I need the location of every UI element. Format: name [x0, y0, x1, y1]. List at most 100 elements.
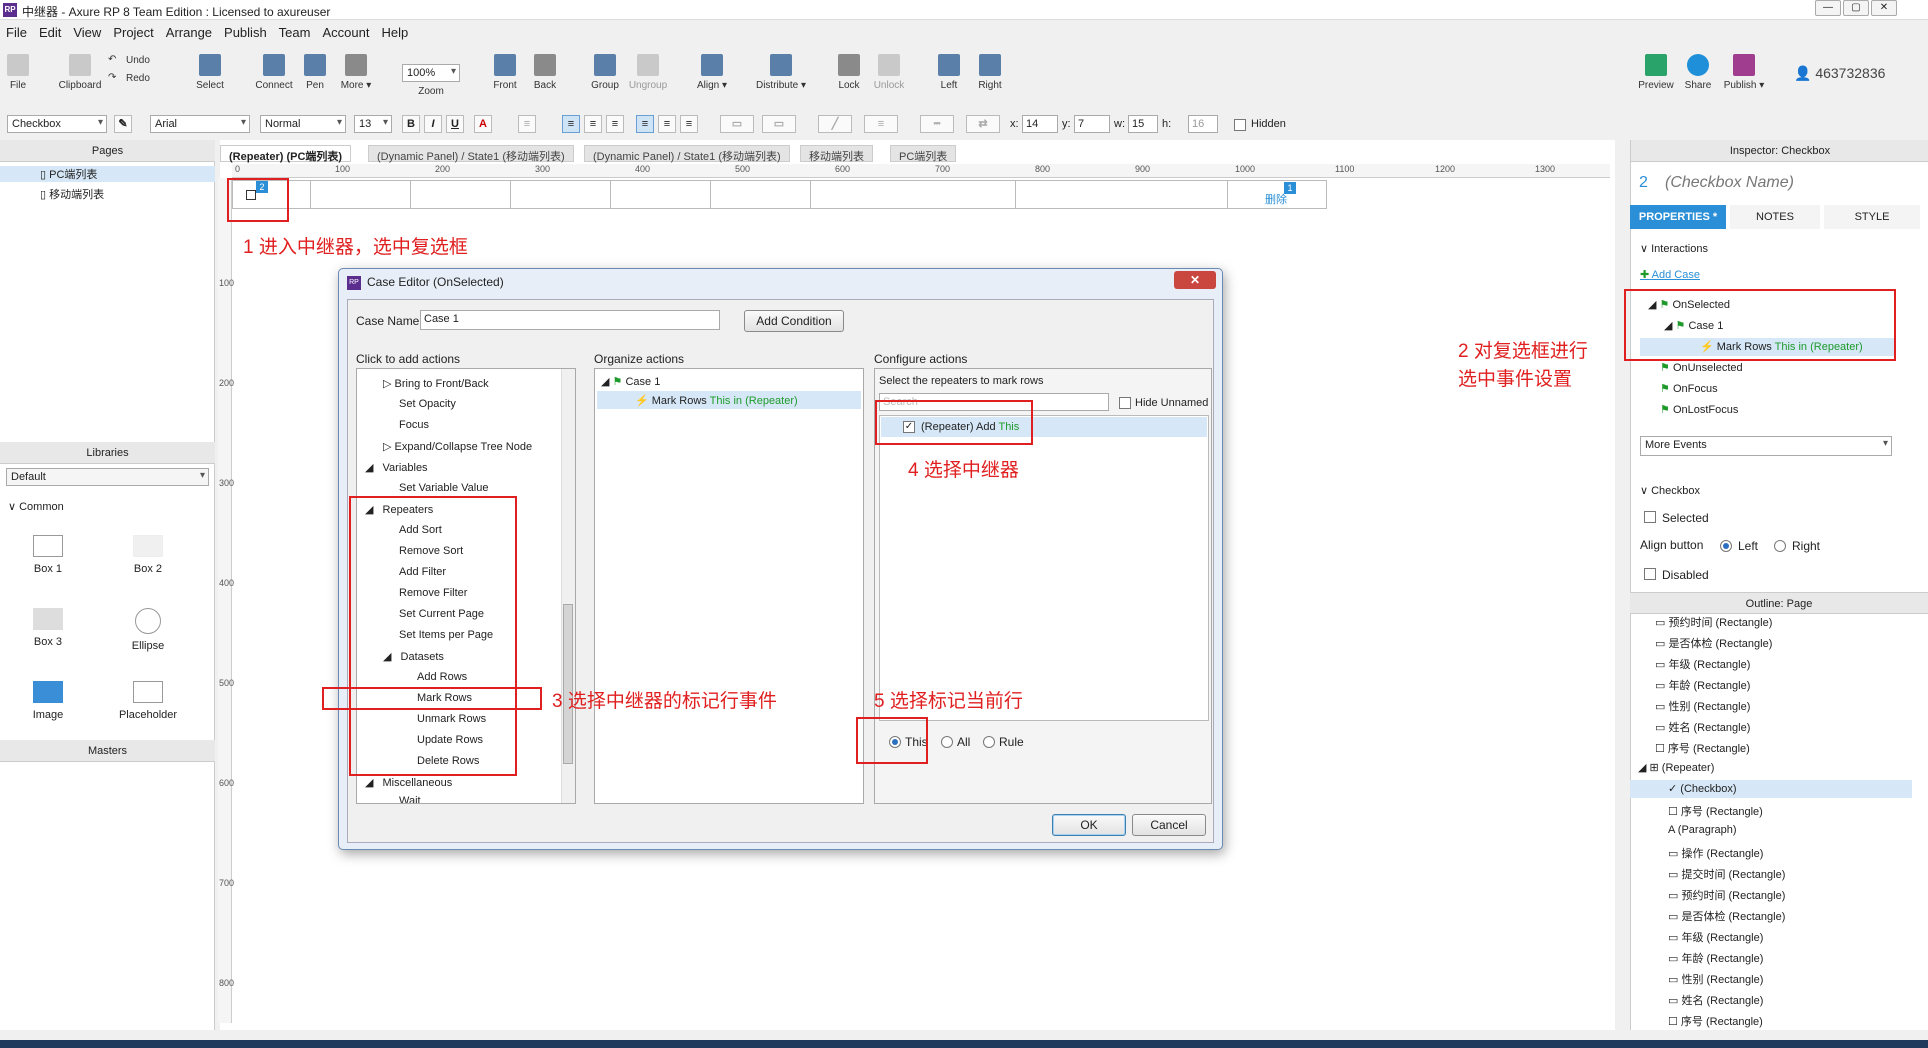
- outline-item[interactable]: ▭ 是否体检 (Rectangle): [1655, 635, 1772, 651]
- outline-item[interactable]: ▭ 年级 (Rectangle): [1668, 929, 1763, 945]
- arrow-style-icon[interactable]: ⇄: [966, 115, 1000, 133]
- page-item-mobile[interactable]: ▯ 移动端列表: [20, 186, 104, 202]
- outline-item-repeater[interactable]: ◢ ⊞ (Repeater): [1638, 761, 1714, 774]
- h-input[interactable]: 16: [1188, 115, 1218, 133]
- align-left-radio[interactable]: [1720, 540, 1732, 552]
- outline-item[interactable]: ▭ 年级 (Rectangle): [1655, 656, 1750, 672]
- case-name-input[interactable]: Case 1: [420, 310, 720, 330]
- tab-dynamic-panel-2[interactable]: (Dynamic Panel) / State1 (移动端列表): [584, 145, 790, 163]
- organize-action[interactable]: ⚡ Mark Rows This in (Repeater): [635, 394, 798, 407]
- align-right-radio[interactable]: [1774, 540, 1786, 552]
- hidden-checkbox[interactable]: [1234, 119, 1246, 131]
- zoom-select[interactable]: 100%: [402, 64, 460, 82]
- align-right-icon[interactable]: ≡: [606, 115, 624, 133]
- menu-project[interactable]: Project: [107, 22, 159, 43]
- outline-item[interactable]: A (Paragraph): [1668, 824, 1737, 836]
- action-item[interactable]: Focus: [399, 419, 429, 431]
- ok-button[interactable]: OK: [1052, 814, 1126, 836]
- tab-dynamic-panel-1[interactable]: (Dynamic Panel) / State1 (移动端列表): [368, 145, 574, 163]
- scrollbar-thumb[interactable]: [563, 604, 573, 764]
- outline-item[interactable]: ▭ 年龄 (Rectangle): [1655, 677, 1750, 693]
- lock-button[interactable]: Lock: [832, 50, 866, 91]
- line-width-icon[interactable]: ≡: [864, 115, 898, 133]
- outline-item[interactable]: ▭ 姓名 (Rectangle): [1668, 992, 1763, 1008]
- align-button[interactable]: Align ▾: [694, 50, 730, 91]
- tab-notes[interactable]: NOTES: [1730, 205, 1820, 229]
- font-weight-select[interactable]: Normal: [260, 115, 346, 133]
- outline-item[interactable]: ☐ 序号 (Rectangle): [1668, 1013, 1763, 1029]
- more-events-select[interactable]: More Events: [1640, 436, 1892, 456]
- close-window-button[interactable]: ✕: [1871, 0, 1897, 16]
- action-group[interactable]: ◢ Variables: [365, 461, 428, 474]
- menu-publish[interactable]: Publish: [218, 22, 273, 43]
- valign-bottom-icon[interactable]: ≡: [680, 115, 698, 133]
- y-input[interactable]: 7: [1074, 115, 1110, 133]
- menu-account[interactable]: Account: [316, 22, 375, 43]
- widget-type-select[interactable]: Checkbox: [7, 115, 107, 133]
- disabled-checkbox[interactable]: [1644, 568, 1656, 580]
- library-item-box1[interactable]: Box 1: [8, 535, 88, 575]
- outline-item[interactable]: ▭ 年龄 (Rectangle): [1668, 950, 1763, 966]
- connect-button[interactable]: Connect: [254, 50, 294, 91]
- action-item[interactable]: ▷ Expand/Collapse Tree Node: [383, 440, 532, 453]
- clipboard-button[interactable]: Clipboard: [58, 50, 102, 91]
- menu-edit[interactable]: Edit: [33, 22, 67, 43]
- x-input[interactable]: 14: [1022, 115, 1058, 133]
- menu-team[interactable]: Team: [273, 22, 317, 43]
- italic-button[interactable]: I: [424, 115, 442, 133]
- line-style-icon[interactable]: ┅: [920, 115, 954, 133]
- outline-item[interactable]: ▭ 性别 (Rectangle): [1668, 971, 1763, 987]
- publish-button[interactable]: Publish ▾: [1722, 50, 1766, 91]
- add-condition-button[interactable]: Add Condition: [744, 310, 844, 332]
- left-button[interactable]: Left: [934, 50, 964, 91]
- shadow-icon[interactable]: ▭: [762, 115, 796, 133]
- group-button[interactable]: Group: [588, 50, 622, 91]
- widget-name-input[interactable]: (Checkbox Name): [1665, 174, 1794, 192]
- tab-repeater[interactable]: (Repeater) (PC端列表): [220, 145, 352, 163]
- underline-button[interactable]: U: [446, 115, 464, 133]
- valign-middle-icon[interactable]: ≡: [658, 115, 676, 133]
- organize-case[interactable]: ◢ ⚑ Case 1: [601, 375, 660, 388]
- preview-button[interactable]: Preview: [1638, 50, 1674, 91]
- fill-color-icon[interactable]: ▭: [720, 115, 754, 133]
- style-painter-icon[interactable]: ✎: [114, 115, 132, 133]
- share-button[interactable]: Share: [1682, 50, 1714, 91]
- back-button[interactable]: Back: [530, 50, 560, 91]
- outline-item[interactable]: ▭ 性别 (Rectangle): [1655, 698, 1750, 714]
- maximize-button[interactable]: ▢: [1843, 0, 1869, 16]
- page-item-pc[interactable]: ▯ PC端列表: [0, 166, 215, 182]
- event-onlostfocus[interactable]: ⚑ OnLostFocus: [1660, 403, 1738, 416]
- outline-item-checkbox[interactable]: ✓ (Checkbox): [1668, 782, 1737, 795]
- outline-item[interactable]: ▭ 预约时间 (Rectangle): [1668, 887, 1785, 903]
- menu-help[interactable]: Help: [375, 22, 414, 43]
- library-item-box3[interactable]: Box 3: [8, 608, 88, 648]
- event-onfocus[interactable]: ⚑ OnFocus: [1660, 382, 1718, 395]
- outline-item[interactable]: ▭ 预约时间 (Rectangle): [1655, 614, 1772, 630]
- checkbox-section[interactable]: ∨ Checkbox: [1640, 484, 1700, 497]
- add-case-link[interactable]: ✚ Add Case: [1640, 268, 1700, 281]
- action-item[interactable]: Set Variable Value: [399, 482, 488, 494]
- action-item[interactable]: Set Opacity: [399, 398, 456, 410]
- align-center-icon[interactable]: ≡: [584, 115, 602, 133]
- front-button[interactable]: Front: [490, 50, 520, 91]
- distribute-button[interactable]: Distribute ▾: [752, 50, 810, 91]
- tab-properties[interactable]: PROPERTIES *: [1630, 205, 1726, 229]
- library-item-box2[interactable]: Box 2: [108, 535, 188, 575]
- cancel-button[interactable]: Cancel: [1132, 814, 1206, 836]
- right-button[interactable]: Right: [974, 50, 1006, 91]
- menu-file[interactable]: File: [0, 22, 33, 43]
- library-item-image[interactable]: Image: [8, 681, 88, 721]
- valign-top-icon[interactable]: ≡: [636, 115, 654, 133]
- outline-item[interactable]: ▭ 是否体检 (Rectangle): [1668, 908, 1785, 924]
- outline-item[interactable]: ▭ 操作 (Rectangle): [1668, 845, 1763, 861]
- w-input[interactable]: 15: [1128, 115, 1158, 133]
- minimize-button[interactable]: —: [1815, 0, 1841, 16]
- select-button[interactable]: Select: [190, 50, 230, 91]
- pen-button[interactable]: Pen: [300, 50, 330, 91]
- library-item-placeholder[interactable]: Placeholder: [108, 681, 188, 721]
- action-item[interactable]: ▷ Bring to Front/Back: [383, 377, 489, 390]
- library-group-common[interactable]: ∨ Common: [8, 500, 64, 513]
- action-item[interactable]: Wait: [399, 795, 421, 803]
- file-button[interactable]: File: [6, 50, 30, 91]
- unlock-button[interactable]: Unlock: [872, 50, 906, 91]
